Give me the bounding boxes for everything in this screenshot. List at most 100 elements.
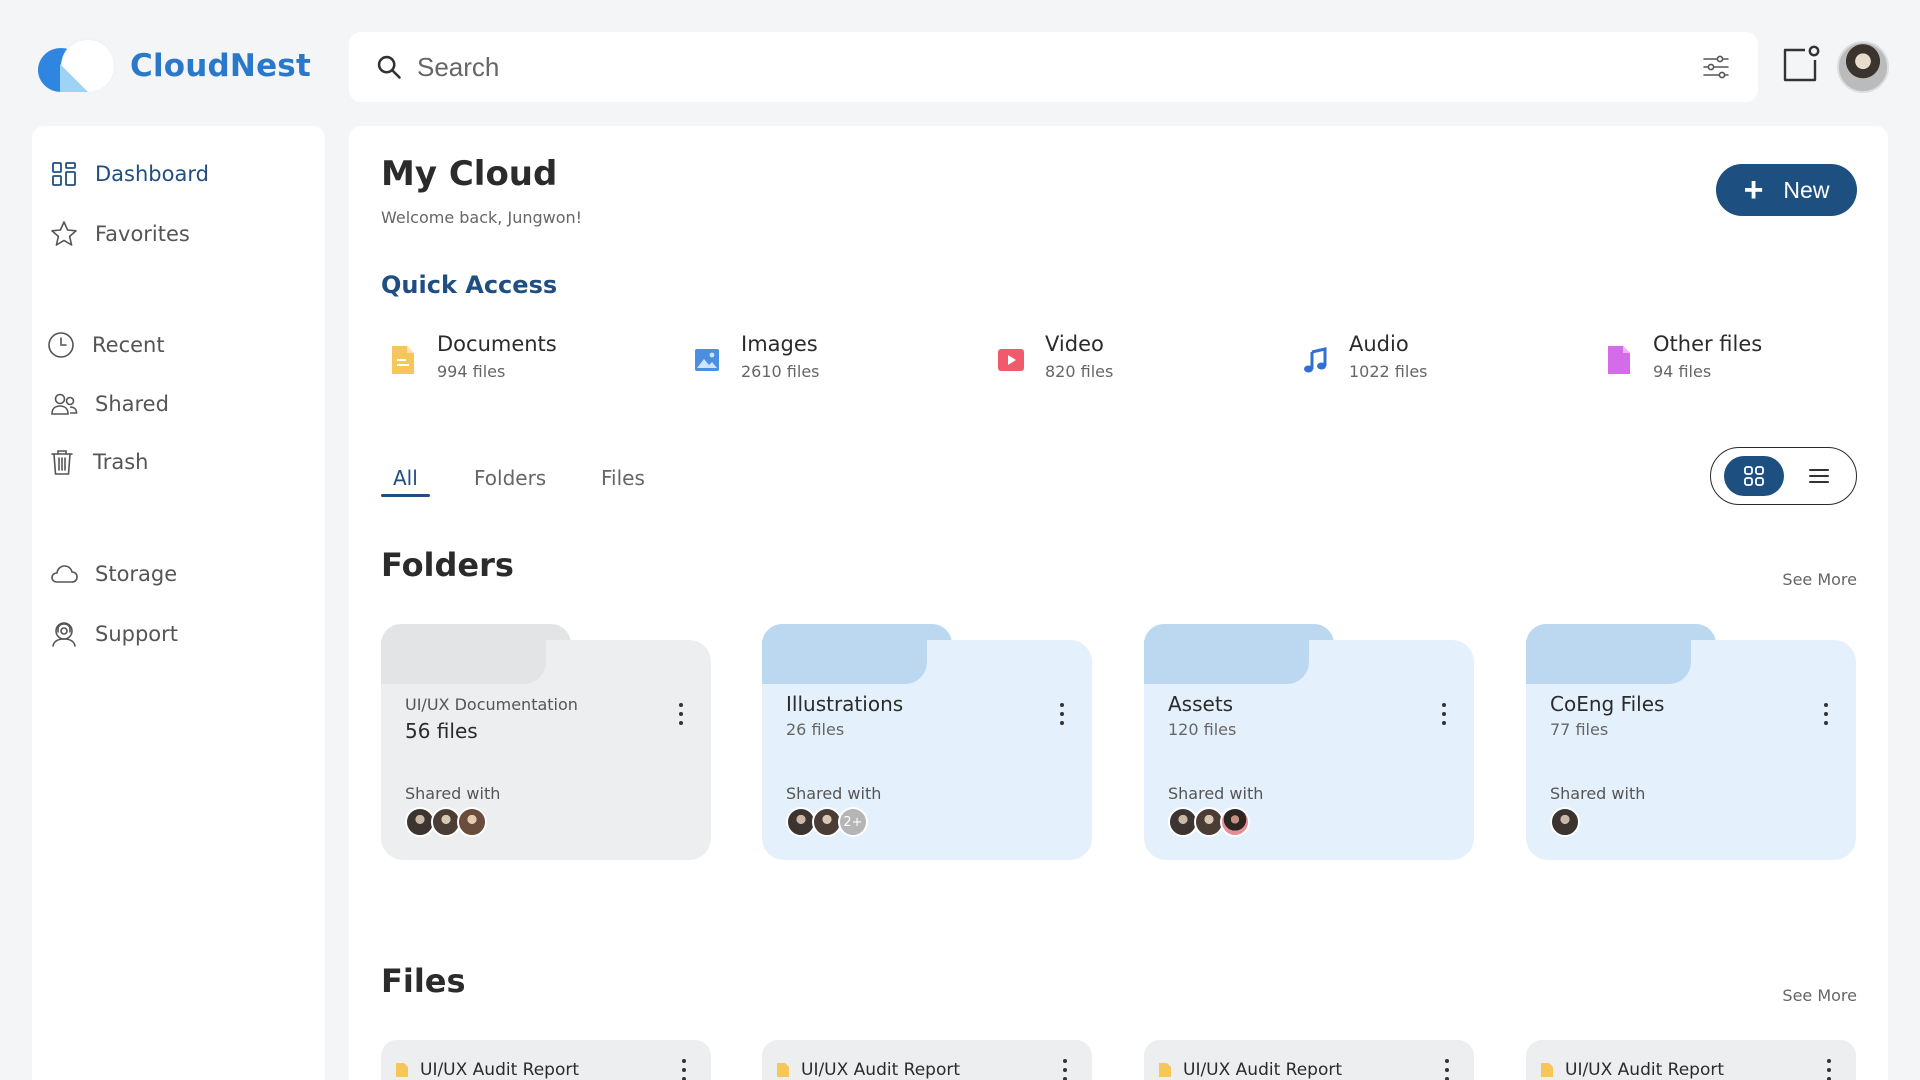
image-icon [695,349,719,371]
folder-card[interactable]: Assets 120 files Shared with [1144,624,1474,860]
quick-access-images[interactable]: Images 2610 files [693,332,820,381]
folders-heading: Folders [381,546,514,584]
user-avatar[interactable] [1837,41,1889,93]
document-icon [396,1063,408,1077]
tab-all[interactable]: All [393,466,418,490]
folders-see-more-link[interactable]: See More [1782,570,1857,589]
quick-access-audio[interactable]: Audio 1022 files [1301,332,1428,381]
file-card[interactable]: UI/UX Audit Report [381,1040,711,1080]
tab-folders[interactable]: Folders [474,466,546,490]
welcome-text: Welcome back, Jungwon! [381,208,583,227]
more-options-icon[interactable] [1441,1054,1453,1080]
more-options-icon[interactable] [1052,694,1072,734]
folder-card[interactable]: UI/UX Documentation 56 files Shared with [381,624,711,860]
shared-avatars [1168,807,1250,837]
quick-access-name: Audio [1349,332,1409,356]
video-icon [998,349,1024,371]
cloud-logo-icon [36,38,116,94]
file-name: UI/UX Audit Report [420,1060,580,1080]
folder-name: UI/UX Documentation [405,695,578,714]
more-options-icon[interactable] [678,1054,690,1080]
quick-access-count: 994 files [437,362,506,381]
sidebar-item-label: Recent [92,333,165,357]
more-members-badge: 2+ [838,807,868,837]
quick-access-count: 2610 files [741,362,820,381]
quick-access-count: 94 files [1653,362,1712,381]
star-icon [51,221,77,246]
grid-view-button[interactable] [1724,456,1784,496]
file-card[interactable]: UI/UX Audit Report [1144,1040,1474,1080]
quick-access-documents[interactable]: Documents 994 files [389,332,557,381]
folder-count: 77 files [1550,720,1609,739]
folder-name: Assets [1168,692,1234,716]
support-icon [52,622,76,647]
folder-card[interactable]: CoEng Files 77 files Shared with [1526,624,1856,860]
shared-with-label: Shared with [405,784,501,803]
shared-avatars [405,807,487,837]
sidebar-item-label: Support [95,622,179,646]
folder-count: 56 files [405,719,478,743]
list-icon [1809,469,1829,483]
quick-access-name: Documents [437,332,557,356]
sidebar-item-label: Shared [95,392,169,416]
file-name: UI/UX Audit Report [1183,1060,1343,1080]
quick-access-title: Quick Access [381,271,558,299]
tab-files[interactable]: Files [601,466,645,490]
plus-icon: + [1743,171,1764,209]
quick-access-video[interactable]: Video 820 files [997,332,1113,381]
sidebar-item-dashboard[interactable]: Dashboard [49,154,209,194]
quick-access-name: Video [1045,332,1104,356]
more-options-icon[interactable] [1434,694,1454,734]
sidebar-item-shared[interactable]: Shared [49,384,169,424]
shared-avatars: 2+ [786,807,868,837]
sidebar-item-label: Trash [93,450,149,474]
folder-name: Illustrations [786,692,904,716]
search-input[interactable] [417,51,1700,83]
files-heading: Files [381,962,466,1000]
active-tab-indicator [381,494,430,497]
sidebar-item-label: Dashboard [95,162,209,186]
shared-with-label: Shared with [1168,784,1264,803]
view-toggle [1710,447,1857,505]
document-icon [1541,1063,1553,1077]
search-bar [349,32,1758,102]
avatar [457,807,487,837]
more-options-icon[interactable] [1816,694,1836,734]
search-icon [377,55,401,79]
sidebar-item-storage[interactable]: Storage [49,554,177,594]
sidebar: Dashboard Favorites Recent Shared Trash … [32,126,325,1080]
sidebar-item-label: Storage [95,562,178,586]
new-button[interactable]: + New [1716,164,1857,216]
files-see-more-link[interactable]: See More [1782,986,1857,1005]
app-logo[interactable]: CloudNest [36,38,311,94]
file-card[interactable]: UI/UX Audit Report [1526,1040,1856,1080]
file-icon [1608,346,1630,374]
quick-access-count: 1022 files [1349,362,1428,381]
trash-icon [51,450,73,475]
folder-count: 120 files [1168,720,1237,739]
avatar [1220,807,1250,837]
app-name: CloudNest [130,48,311,84]
folder-card[interactable]: Illustrations 26 files Shared with 2+ [762,624,1092,860]
sidebar-item-trash[interactable]: Trash [47,442,149,482]
sidebar-item-favorites[interactable]: Favorites [49,214,190,254]
folder-name: CoEng Files [1550,692,1665,716]
more-options-icon[interactable] [1823,1054,1835,1080]
page-title: My Cloud [381,154,558,194]
main-panel: My Cloud Welcome back, Jungwon! + New Qu… [349,126,1888,1080]
filter-settings-icon[interactable] [1700,51,1732,83]
notification-icon[interactable] [1779,44,1821,86]
list-view-button[interactable] [1799,456,1839,496]
more-options-icon[interactable] [1059,1054,1071,1080]
file-card[interactable]: UI/UX Audit Report [762,1040,1092,1080]
quick-access-other-files[interactable]: Other files 94 files [1605,332,1762,381]
more-options-icon[interactable] [671,694,691,734]
clock-icon [48,332,74,358]
quick-access-name: Images [741,332,818,356]
sidebar-item-recent[interactable]: Recent [46,325,165,365]
document-icon [392,346,414,374]
sidebar-item-support[interactable]: Support [49,614,178,654]
shared-with-label: Shared with [1550,784,1646,803]
document-icon [1159,1063,1171,1077]
shared-avatars [1550,807,1580,837]
